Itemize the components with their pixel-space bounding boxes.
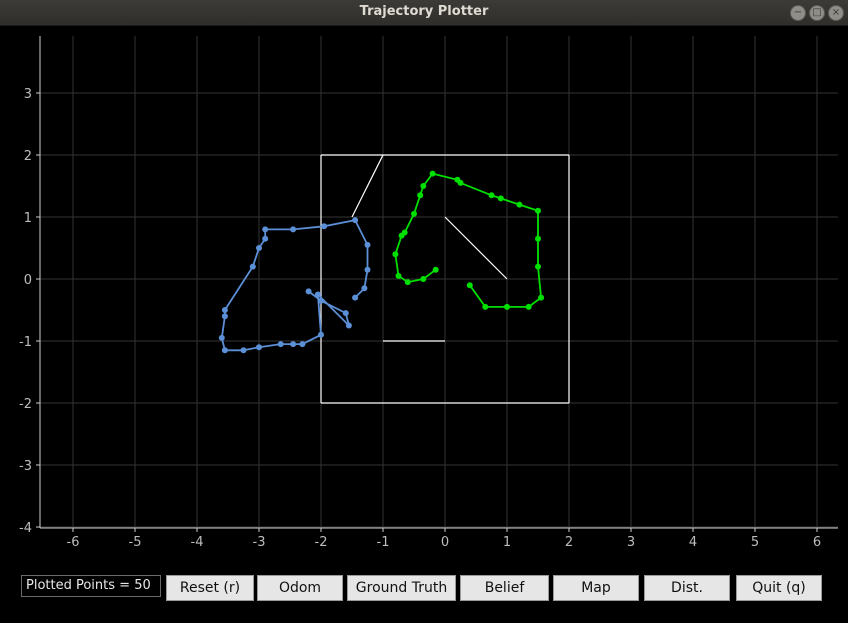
odom-trajectory-point [364, 241, 371, 248]
odom-trajectory-point [352, 294, 359, 301]
odom-trajectory-point [256, 344, 262, 351]
y-tick-label: -3 [19, 459, 32, 474]
dist-button[interactable]: Dist. [644, 575, 730, 601]
odom-trajectory-point [345, 322, 352, 329]
ground-truth-trajectory-point [411, 210, 417, 217]
map-button[interactable]: Map [553, 575, 639, 601]
belief-button[interactable]: Belief [460, 575, 549, 601]
minimize-icon[interactable]: − [790, 5, 806, 21]
odom-trajectory-point [299, 341, 306, 348]
y-tick-label: 3 [24, 87, 32, 102]
odom-trajectory-point [256, 245, 262, 251]
plot-canvas[interactable]: -6 -5 -4 -3 -2 -1 0 1 2 3 4 5 6 3 2 1 0 -1 -2 -3 -4 [0, 26, 848, 560]
x-tick-label: 4 [689, 535, 697, 550]
y-tick-label: -4 [19, 521, 32, 536]
odom-trajectory-point [318, 297, 324, 304]
ground-truth-trajectory-point [395, 272, 402, 279]
y-tick-label: -2 [19, 397, 32, 412]
ground-truth-trajectory-point [535, 235, 541, 242]
y-tick-label: 2 [24, 149, 32, 164]
odom-trajectory-point [314, 291, 321, 298]
odom-trajectory-point [240, 347, 247, 354]
ground-truth-trajectory-point [392, 251, 399, 258]
ground-truth-trajectory-point [504, 303, 510, 310]
y-tick-label: -1 [19, 335, 32, 350]
ground-truth-trajectory-point [538, 294, 545, 301]
ground-truth-trajectory-point [420, 276, 427, 282]
odom-trajectory-point [249, 263, 256, 270]
odom-trajectory-point [352, 217, 359, 224]
odom-trajectory [220, 219, 369, 352]
odom-trajectory-point [218, 334, 225, 341]
ground-truth-trajectory-point [466, 282, 473, 289]
x-tick-label: 5 [751, 535, 759, 550]
map-wall [444, 216, 508, 280]
window-title: Trajectory Plotter [359, 4, 489, 19]
odom-trajectory-point [221, 347, 228, 354]
map-wall [351, 154, 384, 218]
odom-trajectory-point [342, 310, 349, 317]
ground-truth-trajectory-point [420, 183, 427, 189]
ground-truth-button[interactable]: Ground Truth [347, 575, 456, 601]
x-tick-label: 1 [503, 535, 511, 550]
y-tick-label: 1 [24, 211, 32, 226]
ground-truth-trajectory-point [488, 192, 495, 199]
ground-truth-trajectory-point [525, 303, 532, 310]
quit-button[interactable]: Quit (q) [736, 575, 822, 601]
odom-trajectory-point [361, 285, 368, 292]
x-tick-label: -6 [67, 535, 80, 550]
odom-trajectory-point [277, 341, 284, 348]
x-tick-label: 0 [441, 535, 449, 550]
app-window: Trajectory Plotter − □ × -6 -5 -4 -3 -2 -1 0 1 2… [0, 0, 848, 623]
plotted-points-counter: Plotted Points = 50 [21, 575, 161, 597]
x-tick-label: 2 [565, 535, 573, 550]
x-tick-label: 3 [627, 535, 635, 550]
ground-truth-trajectory-point [497, 195, 504, 202]
odom-trajectory-point [318, 331, 324, 338]
odom-trajectory-point [262, 226, 269, 233]
x-tick-label: 6 [813, 535, 821, 550]
close-icon[interactable]: × [828, 5, 844, 21]
odom-trajectory-point [364, 266, 371, 273]
ground-truth-trajectory-point [535, 207, 541, 214]
x-tick-label: -3 [253, 535, 266, 550]
odom-trajectory-point [221, 307, 228, 313]
ground-truth-trajectory-point [417, 192, 424, 199]
reset-button[interactable]: Reset (r) [166, 575, 254, 601]
ground-truth-trajectory-point [398, 232, 405, 239]
odom-trajectory-point [305, 288, 312, 295]
x-tick-label: -1 [377, 535, 390, 550]
x-tick-label: -2 [315, 535, 328, 550]
odom-trajectory-point [290, 226, 297, 233]
odom-button[interactable]: Odom [257, 575, 343, 601]
ground-truth-trajectory-point [535, 263, 541, 270]
x-tick-label: -4 [191, 535, 204, 550]
y-tick-label: 0 [24, 273, 32, 288]
ground-truth-trajectory-point [516, 201, 523, 208]
ground-truth-trajectory-point [404, 279, 411, 286]
title-bar: Trajectory Plotter − □ × [0, 0, 848, 26]
ground-truth-trajectory-point [482, 303, 489, 310]
ground-truth-trajectory-point [454, 176, 461, 183]
x-tick-label: -5 [129, 535, 142, 550]
ground-truth-trajectory-point [429, 170, 436, 177]
maximize-icon[interactable]: □ [809, 5, 825, 21]
control-bar: Plotted Points = 50 Reset (r) Odom Groun… [0, 566, 848, 606]
odom-trajectory-point [262, 235, 269, 242]
odom-trajectory-point [290, 341, 297, 348]
ground-truth-trajectory-point [432, 266, 439, 273]
odom-trajectory-point [321, 223, 328, 230]
odom-trajectory-point [221, 313, 228, 320]
trajectory-plot[interactable]: -6 -5 -4 -3 -2 -1 0 1 2 3 4 5 6 3 2 1 0 -1 -2 -3 -4 [0, 26, 848, 560]
